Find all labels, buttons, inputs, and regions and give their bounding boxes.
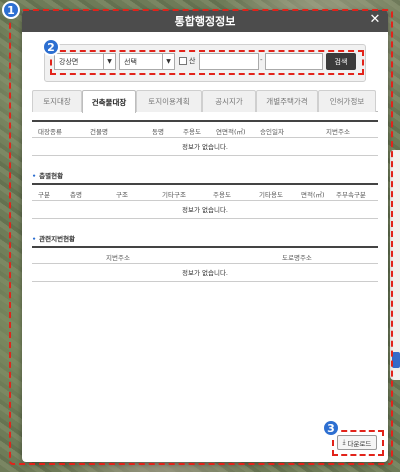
- main-number-input[interactable]: [199, 53, 259, 70]
- mountain-checkbox-label: 산: [189, 57, 196, 65]
- column-header: 연면적(㎡): [216, 128, 246, 136]
- toolbar-active-button[interactable]: [392, 352, 400, 368]
- column-header: 기타구조: [162, 191, 186, 199]
- related-section-title: 관련지번현황: [32, 233, 75, 243]
- column-header: 구조: [116, 191, 128, 199]
- download-button[interactable]: ⤓ 다운로드: [337, 435, 377, 450]
- region-select[interactable]: 강상면 ▼: [54, 53, 116, 70]
- lot-select[interactable]: 선택 ▼: [119, 53, 175, 70]
- floor-section-title: 층별현황: [32, 170, 63, 180]
- floor-table-header: 구분 층명 구조 기타구조 주용도 기타용도 면적(㎡) 주부속구분: [32, 183, 378, 201]
- column-header: 건물명: [90, 128, 108, 136]
- column-header: 지번주소: [106, 254, 130, 262]
- column-header: 도로명주소: [282, 254, 312, 262]
- lot-select-value: 선택: [124, 57, 137, 66]
- tab-building-register[interactable]: 건축물대장: [82, 90, 136, 113]
- column-header: 면적(㎡): [301, 191, 325, 199]
- building-table-header: 대장종류 건물명 동명 주용도 연면적(㎡) 승인일자 지번주소: [32, 120, 378, 138]
- number-separator: -: [260, 56, 263, 64]
- step-badge-2: 2: [42, 38, 60, 56]
- column-header: 동명: [152, 128, 164, 136]
- related-table-empty: 정보가 없습니다.: [32, 264, 378, 282]
- floor-table-empty: 정보가 없습니다.: [32, 201, 378, 219]
- panel-title: 통합행정정보: [174, 15, 236, 28]
- close-icon[interactable]: ✕: [368, 13, 382, 27]
- building-table-empty: 정보가 없습니다.: [32, 138, 378, 156]
- tab-land-register[interactable]: 토지대장: [32, 90, 82, 112]
- column-header: 주용도: [183, 128, 201, 136]
- step-badge-1: 1: [2, 1, 20, 19]
- tab-individual-house-price[interactable]: 개별주택가격: [256, 90, 318, 112]
- tab-land-use-plan[interactable]: 토지이용계획: [136, 90, 202, 112]
- column-header: 층명: [70, 191, 82, 199]
- tab-bar: 토지대장 건축물대장 토지이용계획 공시지가 개별주택가격 인허가정보: [32, 90, 378, 113]
- column-header: 주부속구분: [336, 191, 366, 199]
- column-header: 승인일자: [260, 128, 284, 136]
- mountain-checkbox[interactable]: [179, 57, 187, 65]
- download-icon: ⤓: [342, 438, 346, 446]
- column-header: 지번주소: [326, 128, 350, 136]
- related-table-header: 지번주소 도로명주소: [32, 246, 378, 264]
- step-badge-3: 3: [322, 419, 340, 437]
- integrated-admin-info-panel: 통합행정정보 ✕ 강상면 ▼ 선택 ▼ 산 - 검색 토지대장 건축물대장 토지…: [22, 10, 388, 462]
- tab-public-land-price[interactable]: 공시지가: [202, 90, 256, 112]
- chevron-down-icon: ▼: [103, 54, 115, 69]
- search-button[interactable]: 검색: [326, 53, 356, 70]
- column-header: 주용도: [213, 191, 231, 199]
- download-label: 다운로드: [347, 439, 372, 448]
- tab-permit-info[interactable]: 인허가정보: [318, 90, 376, 112]
- map-side-toolbar[interactable]: [390, 150, 400, 380]
- column-header: 구분: [38, 191, 50, 199]
- sub-number-input[interactable]: [265, 53, 323, 70]
- panel-titlebar: 통합행정정보 ✕: [22, 10, 388, 32]
- chevron-down-icon: ▼: [162, 54, 174, 69]
- column-header: 대장종류: [38, 128, 62, 136]
- region-select-value: 강상면: [59, 57, 79, 66]
- column-header: 기타용도: [259, 191, 283, 199]
